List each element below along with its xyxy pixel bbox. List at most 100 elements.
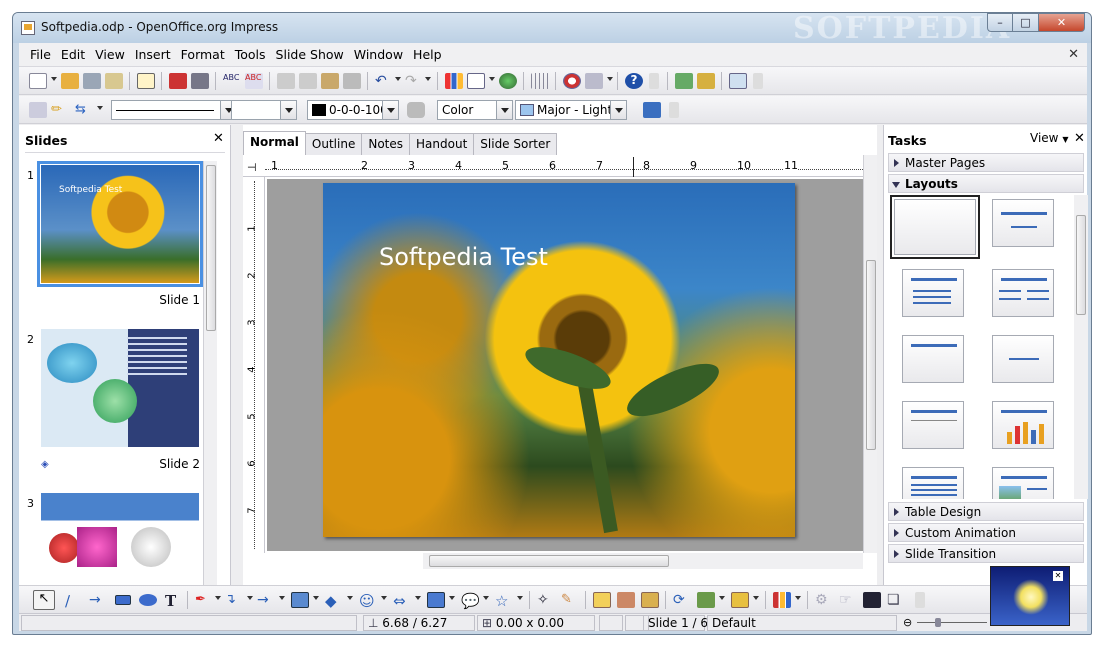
- layout-title-chart[interactable]: [992, 401, 1054, 449]
- section-slide-transition[interactable]: Slide Transition: [888, 544, 1084, 563]
- chevron-down-icon[interactable]: [517, 596, 523, 600]
- minimize-button[interactable]: –: [987, 13, 1013, 32]
- tab-stop-icon[interactable]: ⊣: [247, 161, 257, 174]
- tab-slide-sorter[interactable]: Slide Sorter: [473, 133, 558, 155]
- close-pane-icon[interactable]: ✕: [1074, 131, 1085, 146]
- chevron-down-icon[interactable]: [395, 77, 401, 81]
- section-table-design[interactable]: Table Design: [888, 502, 1084, 521]
- slide-thumbnail-1[interactable]: Softpedia Test: [37, 161, 203, 287]
- slide-title[interactable]: Softpedia Test: [379, 243, 548, 271]
- tab-notes[interactable]: Notes: [361, 133, 411, 155]
- line-width-field[interactable]: [231, 100, 297, 120]
- block-arrows-icon[interactable]: ⇔: [393, 592, 411, 610]
- cut-icon[interactable]: [277, 73, 295, 89]
- 3d-objects-icon[interactable]: [291, 592, 309, 608]
- menu-edit[interactable]: Edit: [56, 47, 90, 62]
- layout-title-content[interactable]: [992, 199, 1054, 247]
- points-icon[interactable]: ✧: [537, 592, 555, 608]
- arrange-icon[interactable]: [731, 592, 749, 608]
- alignment-icon[interactable]: [697, 592, 715, 608]
- toolbar-overflow-icon[interactable]: [915, 592, 925, 608]
- extrusion-icon[interactable]: ⚙: [815, 592, 833, 608]
- chevron-down-icon[interactable]: [449, 596, 455, 600]
- area-fill-icon[interactable]: [407, 102, 425, 118]
- slide-design-icon[interactable]: [697, 73, 715, 89]
- section-master-pages[interactable]: Master Pages: [888, 153, 1084, 172]
- chevron-down-icon[interactable]: [347, 596, 353, 600]
- animation-effects-icon[interactable]: [863, 592, 881, 608]
- slide-thumbnail-2[interactable]: [41, 329, 199, 447]
- select-arrow-icon[interactable]: ↖: [33, 590, 55, 610]
- gallery-icon[interactable]: [499, 73, 517, 89]
- grid-icon[interactable]: [531, 73, 549, 89]
- navigator-icon[interactable]: [563, 73, 581, 89]
- rectangle-icon[interactable]: [115, 595, 131, 605]
- chevron-down-icon[interactable]: [719, 596, 725, 600]
- shadow-icon[interactable]: [643, 102, 661, 118]
- layout-title-clipart[interactable]: [992, 467, 1054, 499]
- stars-icon[interactable]: ☆: [495, 592, 513, 610]
- chevron-down-icon[interactable]: [247, 596, 253, 600]
- menu-file[interactable]: File: [25, 47, 56, 62]
- table-icon[interactable]: [467, 73, 485, 89]
- line-style-select[interactable]: [111, 100, 237, 120]
- copy-icon[interactable]: [299, 73, 317, 89]
- chevron-down-icon[interactable]: [795, 596, 801, 600]
- from-file-icon[interactable]: [617, 592, 635, 608]
- save-icon[interactable]: [83, 73, 101, 89]
- chevron-down-icon[interactable]: [753, 596, 759, 600]
- menu-help[interactable]: Help: [408, 47, 447, 62]
- new-document-icon[interactable]: [29, 73, 47, 89]
- tasks-view-menu[interactable]: View ▼: [1030, 131, 1068, 145]
- 3d-effects-icon[interactable]: ❏: [887, 592, 905, 608]
- menu-tools[interactable]: Tools: [230, 47, 271, 62]
- line-color-select[interactable]: 0-0-0-100: [307, 100, 399, 120]
- close-pane-icon[interactable]: ✕: [213, 131, 224, 146]
- chevron-down-icon[interactable]: [97, 106, 103, 110]
- area-style-select[interactable]: Color: [437, 100, 513, 120]
- layout-title-text[interactable]: [902, 269, 964, 317]
- arrow-line-icon[interactable]: →: [89, 592, 107, 608]
- rotate-icon[interactable]: ⟳: [673, 592, 691, 608]
- line-tool-icon[interactable]: ∕: [65, 592, 83, 610]
- layout-title-only[interactable]: [902, 335, 964, 383]
- close-icon[interactable]: ✕: [1053, 571, 1063, 581]
- layout-blank[interactable]: [890, 195, 980, 259]
- tab-handout[interactable]: Handout: [409, 133, 475, 155]
- menu-window[interactable]: Window: [349, 47, 408, 62]
- slides-scrollbar[interactable]: [203, 161, 217, 585]
- tab-outline[interactable]: Outline: [304, 133, 363, 155]
- autospellcheck-icon[interactable]: ABC: [245, 73, 263, 89]
- lightbulb-tray-icon[interactable]: ✕: [990, 566, 1070, 626]
- close-document-icon[interactable]: ✕: [1068, 47, 1079, 62]
- menu-view[interactable]: View: [90, 47, 130, 62]
- chevron-down-icon[interactable]: [215, 596, 221, 600]
- close-window-button[interactable]: ✕: [1039, 13, 1085, 32]
- redo-icon[interactable]: ↷: [405, 73, 423, 89]
- export-pdf-icon[interactable]: [169, 73, 187, 89]
- layouts-scrollbar[interactable]: [1074, 195, 1088, 499]
- chevron-down-icon[interactable]: [313, 596, 319, 600]
- symbol-shapes-icon[interactable]: ☺: [359, 592, 377, 610]
- area-color-select[interactable]: Major - Light: [515, 100, 627, 120]
- undo-icon[interactable]: ↶: [375, 73, 393, 89]
- chevron-down-icon[interactable]: [279, 596, 285, 600]
- chevron-down-icon[interactable]: [489, 77, 495, 81]
- chevron-down-icon[interactable]: [607, 77, 613, 81]
- interaction-icon[interactable]: ☞: [839, 592, 857, 608]
- flowchart-icon[interactable]: [427, 592, 445, 608]
- slide-1[interactable]: Softpedia Test: [323, 183, 795, 537]
- layout-title-table[interactable]: [902, 467, 964, 499]
- print-icon[interactable]: [191, 73, 209, 89]
- insert-chart-icon[interactable]: [773, 592, 791, 608]
- canvas-vertical-scrollbar[interactable]: [863, 155, 877, 553]
- layout-title-2-content[interactable]: [992, 269, 1054, 317]
- chevron-down-icon[interactable]: [381, 596, 387, 600]
- glue-points-icon[interactable]: ✎: [561, 592, 579, 608]
- open-folder-icon[interactable]: [61, 73, 79, 89]
- styles-icon[interactable]: [29, 102, 47, 118]
- section-custom-animation[interactable]: Custom Animation: [888, 523, 1084, 542]
- text-tool-icon[interactable]: T: [165, 592, 183, 610]
- toolbar-overflow-icon[interactable]: [753, 73, 763, 89]
- toolbar-overflow-icon[interactable]: [669, 102, 679, 118]
